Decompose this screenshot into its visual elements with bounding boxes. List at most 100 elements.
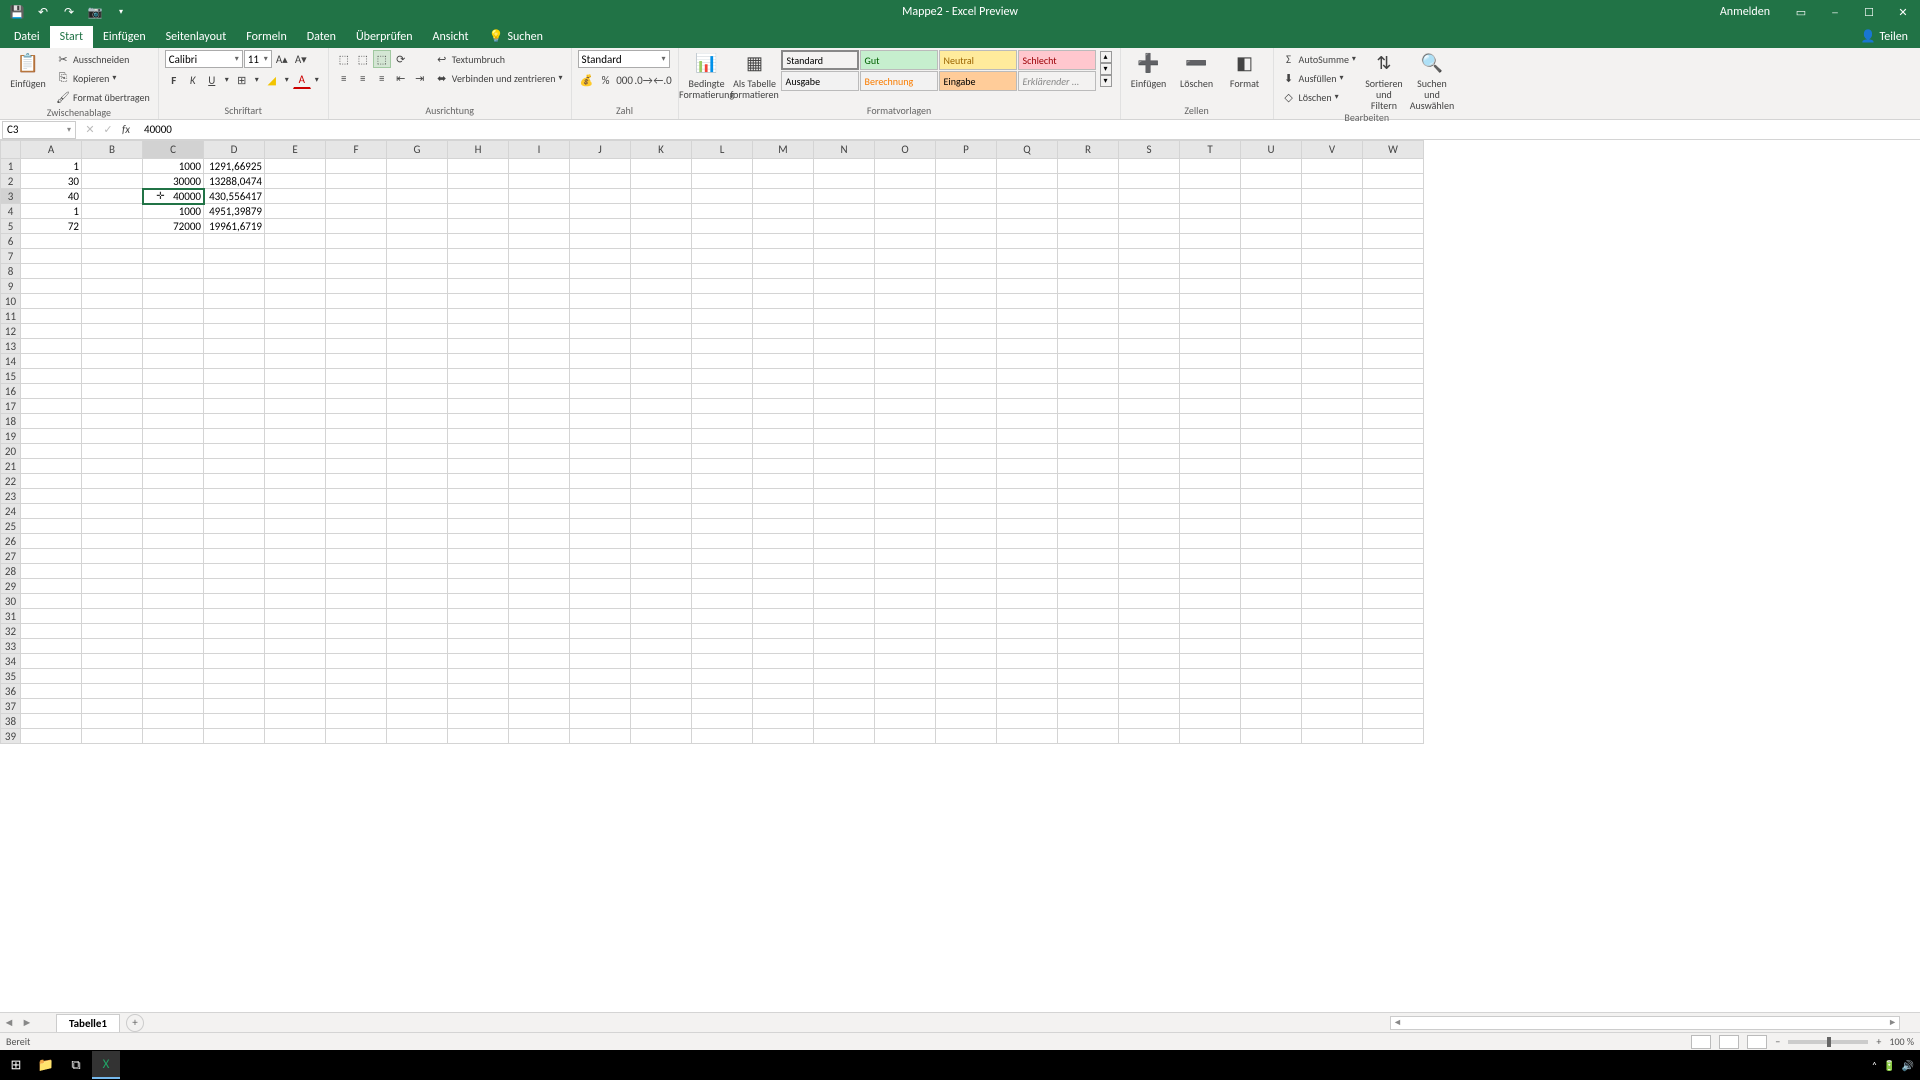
cell[interactable] <box>692 444 753 459</box>
cell[interactable] <box>692 234 753 249</box>
cell[interactable] <box>21 279 82 294</box>
cell[interactable] <box>875 159 936 174</box>
cell[interactable] <box>143 504 204 519</box>
cell[interactable] <box>875 549 936 564</box>
cell[interactable] <box>1302 519 1363 534</box>
cell[interactable] <box>570 549 631 564</box>
cell[interactable] <box>1119 339 1180 354</box>
cell[interactable] <box>1302 384 1363 399</box>
cell[interactable] <box>387 249 448 264</box>
cell[interactable] <box>936 234 997 249</box>
cell[interactable] <box>1058 549 1119 564</box>
cell[interactable] <box>631 159 692 174</box>
row-header[interactable]: 28 <box>1 564 21 579</box>
tray-chevron-icon[interactable]: ˄ <box>1872 1059 1877 1072</box>
cell[interactable] <box>875 339 936 354</box>
cell[interactable] <box>814 174 875 189</box>
cell[interactable] <box>82 414 143 429</box>
cell[interactable] <box>692 519 753 534</box>
cell[interactable] <box>997 459 1058 474</box>
cell[interactable] <box>875 369 936 384</box>
cell[interactable] <box>936 549 997 564</box>
cell[interactable] <box>814 339 875 354</box>
cell[interactable] <box>1302 234 1363 249</box>
cell[interactable] <box>875 399 936 414</box>
cell[interactable] <box>631 504 692 519</box>
battery-icon[interactable]: 🔋 <box>1883 1059 1895 1072</box>
cell[interactable] <box>387 624 448 639</box>
start-button[interactable]: ⊞ <box>2 1051 30 1079</box>
cell[interactable] <box>1363 249 1424 264</box>
cell[interactable] <box>1241 444 1302 459</box>
cell[interactable] <box>21 579 82 594</box>
cell[interactable] <box>143 279 204 294</box>
cell[interactable] <box>814 249 875 264</box>
cell[interactable] <box>1058 219 1119 234</box>
cell[interactable] <box>204 534 265 549</box>
cell[interactable] <box>509 684 570 699</box>
cell[interactable] <box>1363 579 1424 594</box>
cell[interactable] <box>570 339 631 354</box>
cell[interactable]: 1291,66925 <box>204 159 265 174</box>
cell[interactable] <box>448 684 509 699</box>
cell[interactable] <box>326 729 387 744</box>
cell[interactable] <box>21 369 82 384</box>
enter-icon[interactable]: ✓ <box>100 122 116 138</box>
cell[interactable] <box>326 519 387 534</box>
cell[interactable] <box>1363 384 1424 399</box>
cell[interactable] <box>265 159 326 174</box>
cell[interactable] <box>1180 594 1241 609</box>
cell[interactable] <box>387 354 448 369</box>
italic-button[interactable]: K <box>184 71 202 89</box>
column-header[interactable]: M <box>753 141 814 159</box>
cell[interactable] <box>936 594 997 609</box>
cell[interactable] <box>1241 264 1302 279</box>
cell[interactable] <box>204 609 265 624</box>
cell[interactable] <box>143 384 204 399</box>
cell[interactable] <box>265 414 326 429</box>
cell[interactable] <box>814 504 875 519</box>
cell[interactable] <box>997 219 1058 234</box>
column-header[interactable]: F <box>326 141 387 159</box>
cell[interactable] <box>1241 624 1302 639</box>
cell[interactable] <box>448 204 509 219</box>
cell[interactable] <box>1058 729 1119 744</box>
cell[interactable] <box>509 339 570 354</box>
cell[interactable] <box>265 714 326 729</box>
cell[interactable] <box>387 684 448 699</box>
cell[interactable] <box>814 294 875 309</box>
cell[interactable] <box>631 639 692 654</box>
cell[interactable] <box>448 354 509 369</box>
cell[interactable] <box>1363 609 1424 624</box>
cell[interactable] <box>875 654 936 669</box>
cell[interactable] <box>326 399 387 414</box>
cell[interactable] <box>570 354 631 369</box>
cell[interactable] <box>204 369 265 384</box>
cell[interactable] <box>448 564 509 579</box>
cell[interactable] <box>1302 354 1363 369</box>
cell[interactable] <box>936 189 997 204</box>
cell[interactable] <box>326 159 387 174</box>
cell[interactable] <box>875 414 936 429</box>
cell[interactable] <box>265 684 326 699</box>
cell[interactable] <box>509 534 570 549</box>
cell[interactable] <box>21 414 82 429</box>
cell[interactable] <box>1363 309 1424 324</box>
cell[interactable]: 1 <box>21 159 82 174</box>
cell[interactable] <box>21 639 82 654</box>
cell[interactable] <box>1119 639 1180 654</box>
cell[interactable] <box>1241 609 1302 624</box>
cell[interactable] <box>631 519 692 534</box>
normal-view-button[interactable] <box>1691 1035 1711 1049</box>
cell[interactable] <box>1302 579 1363 594</box>
cell[interactable] <box>509 279 570 294</box>
cell[interactable] <box>265 729 326 744</box>
save-icon[interactable]: 💾 <box>6 1 28 23</box>
cell[interactable] <box>1119 159 1180 174</box>
cell[interactable] <box>1119 324 1180 339</box>
cell[interactable] <box>1363 729 1424 744</box>
cell[interactable]: 1000 <box>143 204 204 219</box>
cell[interactable] <box>82 714 143 729</box>
cell[interactable] <box>387 399 448 414</box>
cell[interactable] <box>82 234 143 249</box>
